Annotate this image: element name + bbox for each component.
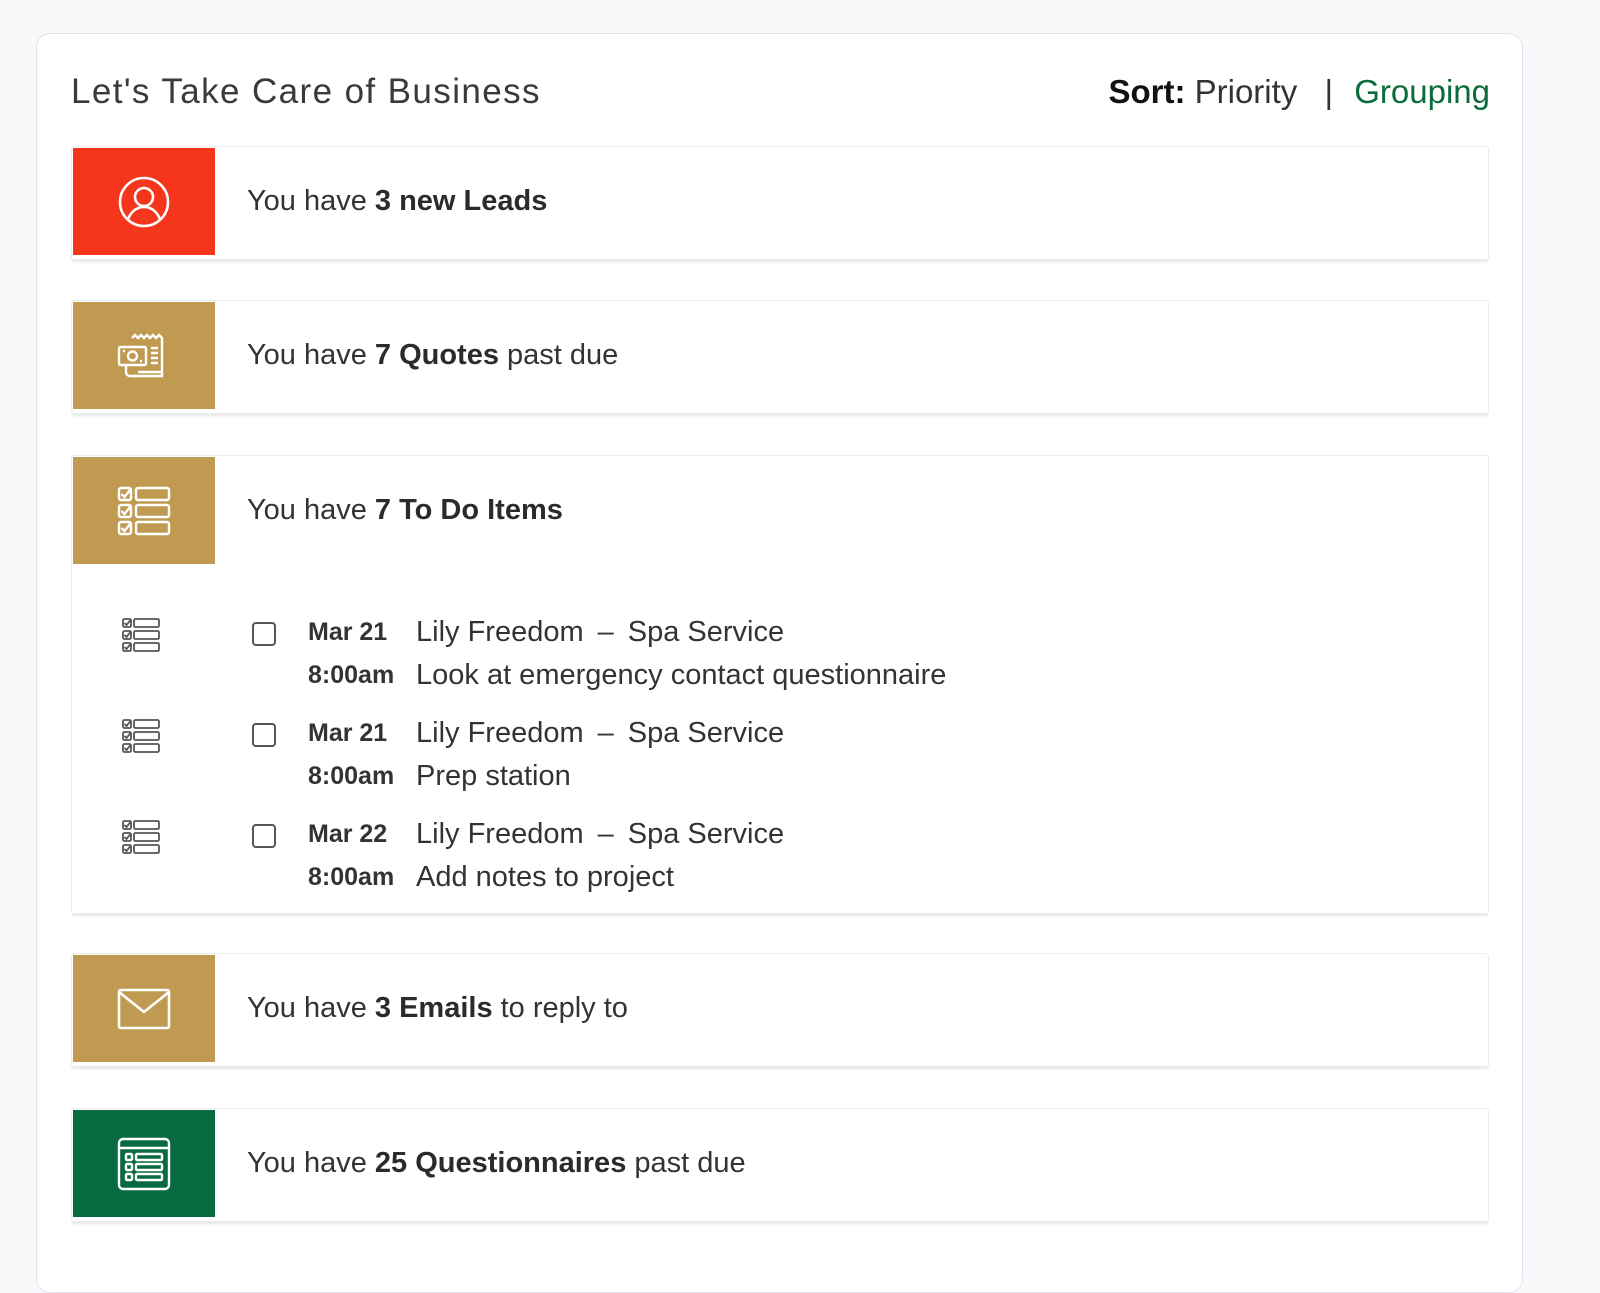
todo-project: Spa Service <box>627 818 785 850</box>
checklist-icon <box>122 618 160 657</box>
quotes-summary: You have 7 Quotes past due <box>247 301 618 409</box>
todo-time: 8:00am <box>308 863 395 891</box>
todo-dash: – <box>597 717 614 749</box>
todo-checkbox[interactable] <box>252 622 276 646</box>
todo-project: Spa Service <box>627 616 785 648</box>
todo-item[interactable]: Mar 22 8:00am Lily Freedom – Spa Service A… <box>72 808 1488 909</box>
person-icon <box>117 175 171 229</box>
todo-dash: – <box>597 616 614 648</box>
todo-task: Look at emergency contact questionnaire <box>416 659 947 691</box>
todo-time: 8:00am <box>308 762 395 790</box>
leads-summary: You have 3 new Leads <box>247 147 555 255</box>
summary-suffix: past due <box>506 338 619 371</box>
quote-receipt-icon <box>116 328 172 384</box>
questionnaires-card-header[interactable]: You have 25 Questionnaires past due <box>72 1109 1488 1217</box>
envelope-icon <box>117 988 171 1030</box>
quotes-tile <box>73 302 215 409</box>
sort-bar: Sort: Priority | Grouping <box>1108 71 1490 113</box>
todo-item[interactable]: Mar 21 8:00am Lily Freedom – Spa Service P… <box>72 707 1488 808</box>
questionnaire-icon <box>117 1137 171 1191</box>
todo-date: Mar 22 <box>308 820 388 848</box>
sort-priority-option[interactable]: Priority <box>1195 73 1298 110</box>
summary-highlight: 7 To Do Items <box>374 493 563 526</box>
grouping-option[interactable]: Grouping <box>1354 73 1490 110</box>
questionnaires-card[interactable]: You have 25 Questionnaires past due <box>71 1108 1489 1222</box>
todo-list: Mar 21 8:00am Lily Freedom – Spa Service L… <box>72 606 1488 909</box>
summary-suffix: past due <box>634 1146 746 1179</box>
todo-summary: You have 7 To Do Items <box>247 456 571 564</box>
questionnaires-tile <box>73 1110 215 1217</box>
sort-separator: | <box>1324 73 1334 110</box>
questionnaires-summary: You have 25 Questionnaires past due <box>247 1109 746 1217</box>
summary-prefix: You have <box>247 184 367 217</box>
todo-card-header[interactable]: You have 7 To Do Items <box>72 456 1488 564</box>
leads-tile <box>73 148 215 255</box>
sort-label: Sort: <box>1108 73 1186 110</box>
summary-suffix: to reply to <box>500 991 628 1024</box>
emails-tile <box>73 955 215 1062</box>
todo-task: Add notes to project <box>416 861 674 893</box>
checklist-icon <box>117 486 171 536</box>
todo-date: Mar 21 <box>308 618 388 646</box>
panel-title: Let's Take Care of Business <box>71 72 541 111</box>
emails-summary: You have 3 Emails to reply to <box>247 954 628 1062</box>
todo-card[interactable]: You have 7 To Do Items Mar 21 8:00am Lil… <box>71 455 1489 914</box>
todo-title: Lily Freedom – Spa Service <box>416 612 784 652</box>
todo-task: Prep station <box>416 760 571 792</box>
todo-client: Lily Freedom <box>416 616 584 648</box>
summary-prefix: You have <box>247 493 367 526</box>
quotes-card-header[interactable]: You have 7 Quotes past due <box>72 301 1488 409</box>
summary-prefix: You have <box>247 1146 367 1179</box>
todo-client: Lily Freedom <box>416 818 584 850</box>
emails-card[interactable]: You have 3 Emails to reply to <box>71 953 1489 1067</box>
todo-tile <box>73 457 215 564</box>
checklist-icon <box>122 719 160 758</box>
todo-title: Lily Freedom – Spa Service <box>416 713 784 753</box>
todo-dash: – <box>597 818 614 850</box>
leads-card-header[interactable]: You have 3 new Leads <box>72 147 1488 255</box>
leads-card[interactable]: You have 3 new Leads <box>71 146 1489 260</box>
todo-client: Lily Freedom <box>416 717 584 749</box>
quotes-card[interactable]: You have 7 Quotes past due <box>71 300 1489 414</box>
todo-title: Lily Freedom – Spa Service <box>416 814 784 854</box>
summary-highlight: 7 Quotes <box>374 338 499 371</box>
summary-highlight: 25 Questionnaires <box>374 1146 627 1179</box>
summary-highlight: 3 new Leads <box>374 184 548 217</box>
todo-time: 8:00am <box>308 661 395 689</box>
business-panel: Let's Take Care of Business Sort: Priori… <box>36 33 1523 1293</box>
todo-checkbox[interactable] <box>252 824 276 848</box>
summary-prefix: You have <box>247 991 367 1024</box>
checklist-icon <box>122 820 160 859</box>
summary-highlight: 3 Emails <box>374 991 493 1024</box>
todo-item[interactable]: Mar 21 8:00am Lily Freedom – Spa Service L… <box>72 606 1488 707</box>
todo-project: Spa Service <box>627 717 785 749</box>
summary-prefix: You have <box>247 338 367 371</box>
emails-card-header[interactable]: You have 3 Emails to reply to <box>72 954 1488 1062</box>
todo-date: Mar 21 <box>308 719 388 747</box>
todo-checkbox[interactable] <box>252 723 276 747</box>
